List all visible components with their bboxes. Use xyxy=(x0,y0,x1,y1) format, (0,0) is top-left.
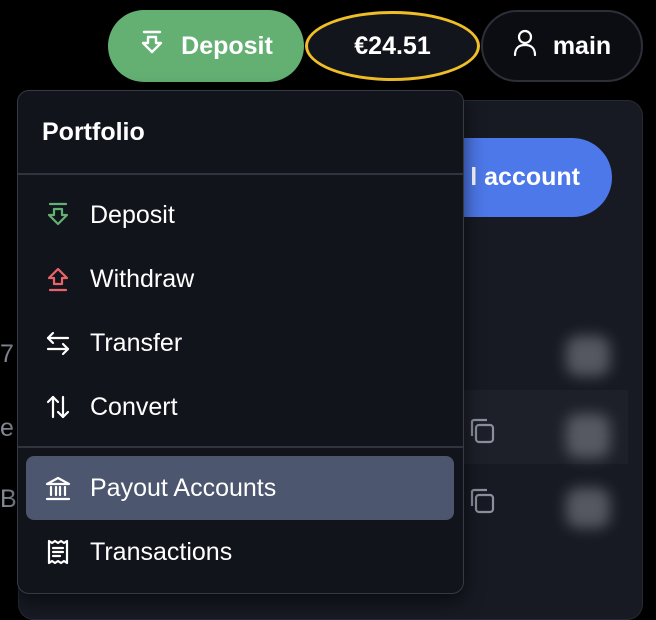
menu-item-transactions[interactable]: Transactions xyxy=(26,520,454,584)
balance-value: €24.51 xyxy=(354,31,431,60)
account-name: main xyxy=(552,31,612,60)
menu-item-label: Convert xyxy=(90,392,178,421)
menu-item-deposit[interactable]: Deposit xyxy=(26,183,454,247)
balance-display[interactable]: €24.51 xyxy=(305,11,480,81)
user-icon xyxy=(513,29,537,64)
blurred-avatar xyxy=(566,488,610,528)
menu-item-label: Withdraw xyxy=(90,264,195,293)
account-menu-button[interactable]: main xyxy=(481,10,643,82)
menu-item-transfer[interactable]: Transfer xyxy=(26,311,454,375)
deposit-button-label: Deposit xyxy=(181,31,273,60)
add-account-label: l account xyxy=(470,163,580,191)
copy-icon[interactable] xyxy=(467,416,495,444)
menu-item-label: Deposit xyxy=(90,200,175,229)
menu-item-label: Transactions xyxy=(90,537,233,566)
menu-title: Portfolio xyxy=(42,118,145,146)
menu-divider xyxy=(18,446,463,448)
menu-item-withdraw[interactable]: Withdraw xyxy=(26,247,454,311)
blurred-avatar xyxy=(566,336,610,376)
deposit-icon xyxy=(44,201,72,229)
row-text-fragment: B xyxy=(0,485,17,513)
menu-item-label: Transfer xyxy=(90,328,183,357)
row-text-fragment: e xyxy=(0,414,14,442)
menu-item-label: Payout Accounts xyxy=(90,473,277,502)
transfer-icon xyxy=(44,329,72,357)
convert-icon xyxy=(44,393,72,421)
deposit-icon xyxy=(139,29,165,64)
withdraw-icon xyxy=(44,265,72,293)
menu-divider xyxy=(18,173,463,175)
bank-icon xyxy=(44,474,72,502)
row-text-fragment: 7 xyxy=(0,340,14,368)
blurred-avatar xyxy=(566,414,610,458)
receipt-icon xyxy=(44,538,72,566)
menu-item-payout-accounts[interactable]: Payout Accounts xyxy=(26,456,454,520)
copy-icon[interactable] xyxy=(467,486,495,514)
deposit-button[interactable]: Deposit xyxy=(108,10,304,82)
menu-item-convert[interactable]: Convert xyxy=(26,375,454,439)
